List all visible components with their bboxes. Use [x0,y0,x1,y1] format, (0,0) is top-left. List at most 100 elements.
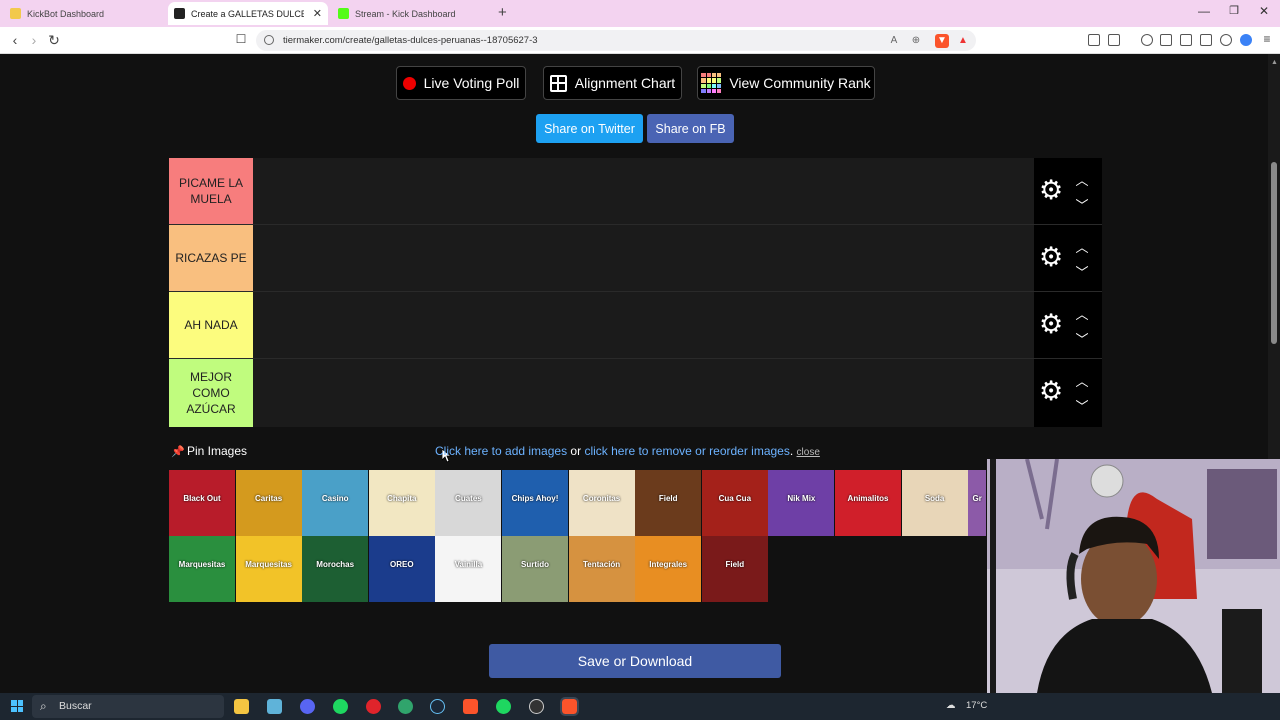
tier-settings-gear-icon[interactable]: ⚙ [1039,244,1063,271]
brave-icon[interactable] [463,699,478,714]
tab-kick-dashboard[interactable]: Stream - Kick Dashboard [332,2,492,25]
brave-shields-icon[interactable]: ▼ [935,34,949,48]
move-tier-down-icon[interactable]: ﹀ [1074,396,1090,415]
tier-settings-gear-icon[interactable]: ⚙ [1039,177,1063,204]
close-tab-icon[interactable]: ✕ [313,7,322,20]
close-link[interactable]: close [797,447,820,458]
tier-drop-zone[interactable] [253,158,1034,224]
tier-image-item[interactable]: Marquesitas [235,536,302,602]
tier-image-item[interactable]: Casino [302,470,369,536]
tier-image-item[interactable]: Marquesitas [169,536,235,602]
add-images-link[interactable]: Click here to add images [435,444,567,458]
weather-icon[interactable]: ☁ [946,700,956,711]
bookmark-icon[interactable]: ☐ [233,32,249,46]
tier-image-item[interactable]: Nik Mix [768,470,835,536]
tier-image-item[interactable]: Morochas [302,536,369,602]
move-tier-down-icon[interactable]: ﹀ [1074,329,1090,348]
move-tier-up-icon[interactable]: ︿ [1074,371,1090,390]
share-twitter-button[interactable]: Share on Twitter [536,114,643,143]
music-icon[interactable] [1141,34,1153,46]
tier-image-item[interactable]: Cua Cua [701,470,768,536]
tier-settings-gear-icon[interactable]: ⚙ [1039,378,1063,405]
vpn-icon[interactable] [1220,34,1232,46]
tier-image-item[interactable]: Surtido [502,536,568,602]
move-tier-up-icon[interactable]: ︿ [1074,304,1090,323]
wallet-icon[interactable] [1180,34,1192,46]
discord-icon[interactable] [300,699,315,714]
tier-image-item[interactable]: Chips Ahoy! [502,470,568,536]
taskbar-search[interactable]: ⌕ Buscar [32,695,224,718]
translate-icon[interactable]: A [887,34,901,48]
view-community-rank-button[interactable]: View Community Rank [697,66,875,100]
tier-label[interactable]: MEJOR COMO AZÚCAR [169,359,253,427]
window-close-icon[interactable]: ✕ [1254,4,1274,18]
tier-row: RICAZAS PE ⚙ ︿ ﹀ [169,225,1102,291]
tier-image-item[interactable]: Caritas [235,470,302,536]
url-bar[interactable]: tiermaker.com/create/galletas-dulces-per… [256,30,976,51]
tier-drop-zone[interactable] [253,225,1034,291]
tier-image-item[interactable]: Coronitas [568,470,635,536]
tier-image-item[interactable]: Cuates [435,470,502,536]
move-tier-up-icon[interactable]: ︿ [1074,170,1090,189]
save-or-download-button[interactable]: Save or Download [489,644,781,678]
brave-active-icon[interactable] [560,697,579,716]
tier-image-item[interactable]: Black Out [169,470,235,536]
zoom-icon[interactable]: ⊕ [909,34,923,48]
steam-icon[interactable] [430,699,445,714]
site-info-icon[interactable] [264,35,274,45]
reorder-images-link[interactable]: click here to remove or reorder images [584,444,789,458]
windows-start-icon[interactable] [11,700,23,712]
file-explorer-icon[interactable] [234,699,249,714]
tier-image-item[interactable]: Vainilla [435,536,502,602]
tier-settings-gear-icon[interactable]: ⚙ [1039,311,1063,338]
scrollbar-thumb[interactable] [1271,162,1277,344]
tier-row: AH NADA ⚙ ︿ ﹀ [169,292,1102,358]
back-icon[interactable]: ‹ [7,32,23,48]
tab-tiermaker[interactable]: Create a GALLETAS DULCES PERU ✕ [168,2,328,25]
tier-image-item[interactable]: OREO [368,536,435,602]
ai-assistant-icon[interactable] [1200,34,1212,46]
minimize-icon[interactable]: — [1194,4,1214,18]
obs-icon[interactable] [529,699,544,714]
spotify-icon[interactable] [333,699,348,714]
share-facebook-button[interactable]: Share on FB [647,114,734,143]
pin-icon[interactable]: 📌 [171,445,185,458]
tier-image-item[interactable]: Chapita [368,470,435,536]
spotify-2-icon[interactable] [496,699,511,714]
tier-label[interactable]: AH NADA [169,292,253,358]
tab-kickbot[interactable]: KickBot Dashboard [4,2,166,25]
tier-image-item[interactable]: Field [701,536,768,602]
tier-image-item[interactable]: Field [635,470,702,536]
media-app-icon[interactable] [366,699,381,714]
extensions-icon[interactable] [1088,34,1100,46]
alignment-chart-button[interactable]: Alignment Chart [543,66,682,100]
live-voting-poll-button[interactable]: Live Voting Poll [396,66,526,100]
tier-label[interactable]: PICAME LA MUELA [169,158,253,224]
tier-image-item[interactable]: Gr [968,470,987,536]
new-tab-icon[interactable]: + [498,4,507,21]
tier-image-item[interactable]: Integrales [635,536,702,602]
forward-icon[interactable]: › [26,32,42,48]
move-tier-up-icon[interactable]: ︿ [1074,237,1090,256]
sidebar-icon[interactable] [1108,34,1120,46]
tier-image-item[interactable]: Tentación [568,536,635,602]
tier-image-item[interactable]: Soda [901,470,968,536]
tier-drop-zone[interactable] [253,359,1034,427]
pin-images-toggle[interactable]: Pin Images [187,444,247,460]
tiermaker-favicon-icon [174,8,185,19]
split-view-icon[interactable] [1160,34,1172,46]
scroll-up-icon[interactable]: ▲ [1271,59,1278,66]
move-tier-down-icon[interactable]: ﹀ [1074,195,1090,214]
edge-icon[interactable] [398,699,413,714]
tier-image-item[interactable]: Animalitos [835,470,901,536]
profile-avatar-icon[interactable] [1240,34,1252,46]
move-tier-down-icon[interactable]: ﹀ [1074,262,1090,281]
menu-icon[interactable]: ≡ [1259,32,1275,46]
restore-icon[interactable]: ❐ [1224,4,1244,17]
notepad-icon[interactable] [267,699,282,714]
reload-icon[interactable]: ↻ [46,32,62,49]
tier-drop-zone[interactable] [253,292,1034,358]
brave-rewards-icon[interactable]: ▲ [956,34,970,48]
tier-label[interactable]: RICAZAS PE [169,225,253,291]
kickbot-favicon-icon [10,8,21,19]
